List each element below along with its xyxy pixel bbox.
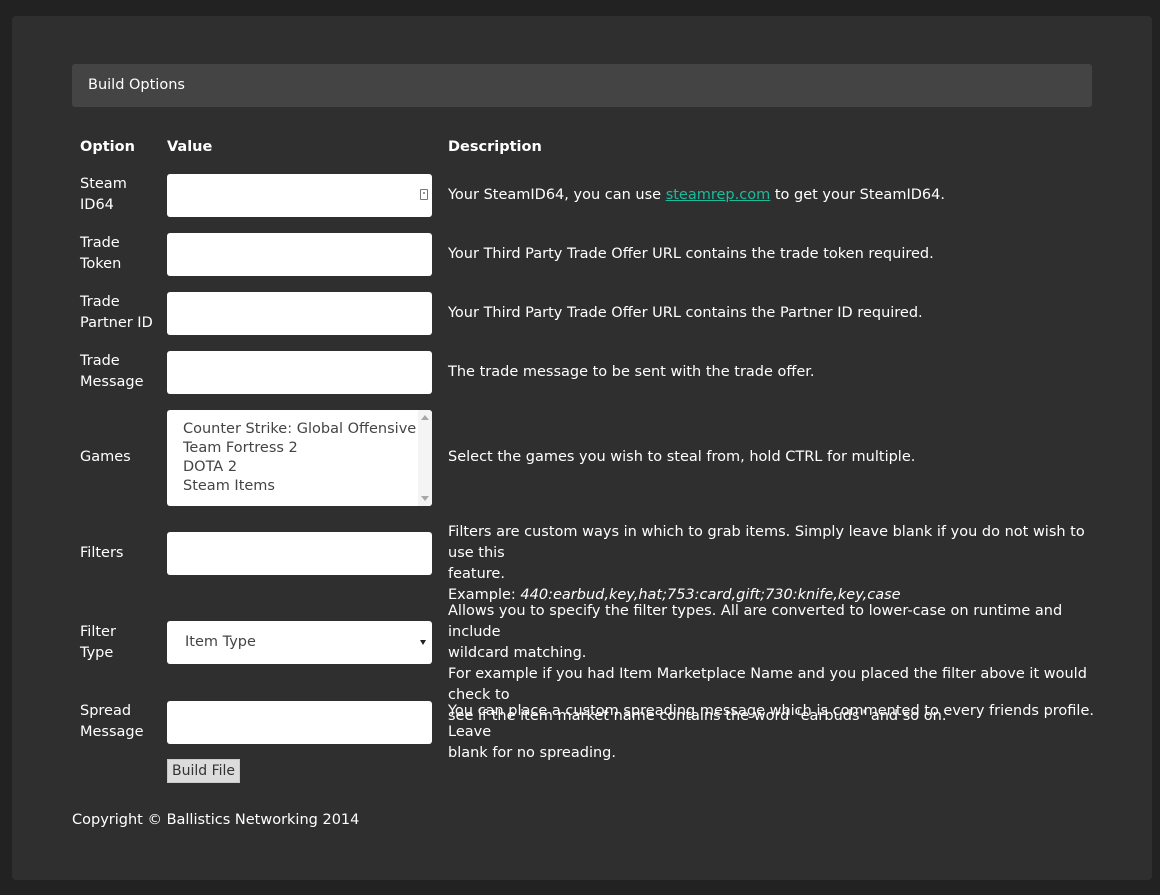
spread-message-input[interactable] <box>167 701 432 744</box>
games-option[interactable]: Counter Strike: Global Offensive <box>183 420 416 439</box>
desc-steam-id: Your SteamID64, you can use steamrep.com… <box>448 185 1098 206</box>
trade-message-input[interactable] <box>167 351 432 394</box>
label-line: Partner ID <box>80 315 153 331</box>
desc-trade-message: The trade message to be sent with the tr… <box>448 364 815 380</box>
steam-id-input[interactable] <box>167 174 432 217</box>
label-trade-message: Trade Message <box>80 351 160 393</box>
label-line: Message <box>80 374 144 390</box>
desc-line: feature. <box>448 566 505 582</box>
filters-input[interactable] <box>167 532 432 575</box>
desc-trade-partner-id: Your Third Party Trade Offer URL contain… <box>448 305 923 321</box>
label-line: Trade <box>80 353 120 369</box>
filter-type-select[interactable]: Item Type <box>167 621 432 664</box>
desc-games: Select the games you wish to steal from,… <box>448 449 916 465</box>
desc-line: wildcard matching. <box>448 645 587 661</box>
desc-text: to get your SteamID64. <box>770 187 945 203</box>
main-container: Build Options Option Value Description S… <box>12 16 1152 880</box>
desc-line: Filters are custom ways in which to grab… <box>448 524 1085 561</box>
panel-heading: Build Options <box>72 64 1092 107</box>
desc-line: blank for no spreading. <box>448 745 616 761</box>
desc-line: Allows you to specify the filter types. … <box>448 603 1063 640</box>
games-option[interactable]: DOTA 2 <box>183 458 237 477</box>
label-line: Message <box>80 724 144 740</box>
trade-token-input[interactable] <box>167 233 432 276</box>
label-steam-id: Steam ID64 <box>80 174 160 216</box>
games-option[interactable]: Steam Items <box>183 477 275 496</box>
steam-id-field-wrap <box>167 174 432 217</box>
header-option: Option <box>80 139 135 155</box>
label-line: Steam <box>80 176 127 192</box>
filter-type-selected: Item Type <box>185 634 256 650</box>
dropdown-arrow-icon <box>420 640 426 645</box>
label-trade-partner-id: Trade Partner ID <box>80 292 160 334</box>
label-line: Spread <box>80 703 132 719</box>
label-games: Games <box>80 449 131 465</box>
label-trade-token: Trade Token <box>80 233 160 275</box>
header-description: Description <box>448 139 542 155</box>
label-filter-type: Filter Type <box>80 622 160 664</box>
scroll-up-arrow-icon[interactable] <box>421 415 429 420</box>
label-filters: Filters <box>80 545 124 561</box>
games-multiselect[interactable]: Counter Strike: Global Offensive Team Fo… <box>167 410 432 506</box>
label-line: ID64 <box>80 197 114 213</box>
label-line: Filter <box>80 624 116 640</box>
desc-trade-token: Your Third Party Trade Offer URL contain… <box>448 246 934 262</box>
label-line: Token <box>80 256 122 272</box>
desc-line: You can place a custom spreading message… <box>448 703 1094 740</box>
label-line: Trade <box>80 235 120 251</box>
label-line: Trade <box>80 294 120 310</box>
footer-copyright: Copyright © Ballistics Networking 2014 <box>72 812 360 828</box>
games-option[interactable]: Team Fortress 2 <box>183 439 298 458</box>
label-line: Type <box>80 645 114 661</box>
header-value: Value <box>167 139 213 155</box>
desc-line: For example if you had Item Marketplace … <box>448 666 1087 703</box>
label-spread-message: Spread Message <box>80 701 160 743</box>
steamrep-link[interactable]: steamrep.com <box>666 187 771 203</box>
desc-spread-message: You can place a custom spreading message… <box>448 701 1098 764</box>
games-scrollbar[interactable] <box>418 410 432 506</box>
trade-partner-id-input[interactable] <box>167 292 432 335</box>
desc-text: Your SteamID64, you can use <box>448 187 666 203</box>
build-file-button[interactable]: Build File <box>167 759 240 783</box>
desc-filters: Filters are custom ways in which to grab… <box>448 522 1098 606</box>
contact-card-icon[interactable] <box>420 189 428 200</box>
scroll-down-arrow-icon[interactable] <box>421 496 429 501</box>
